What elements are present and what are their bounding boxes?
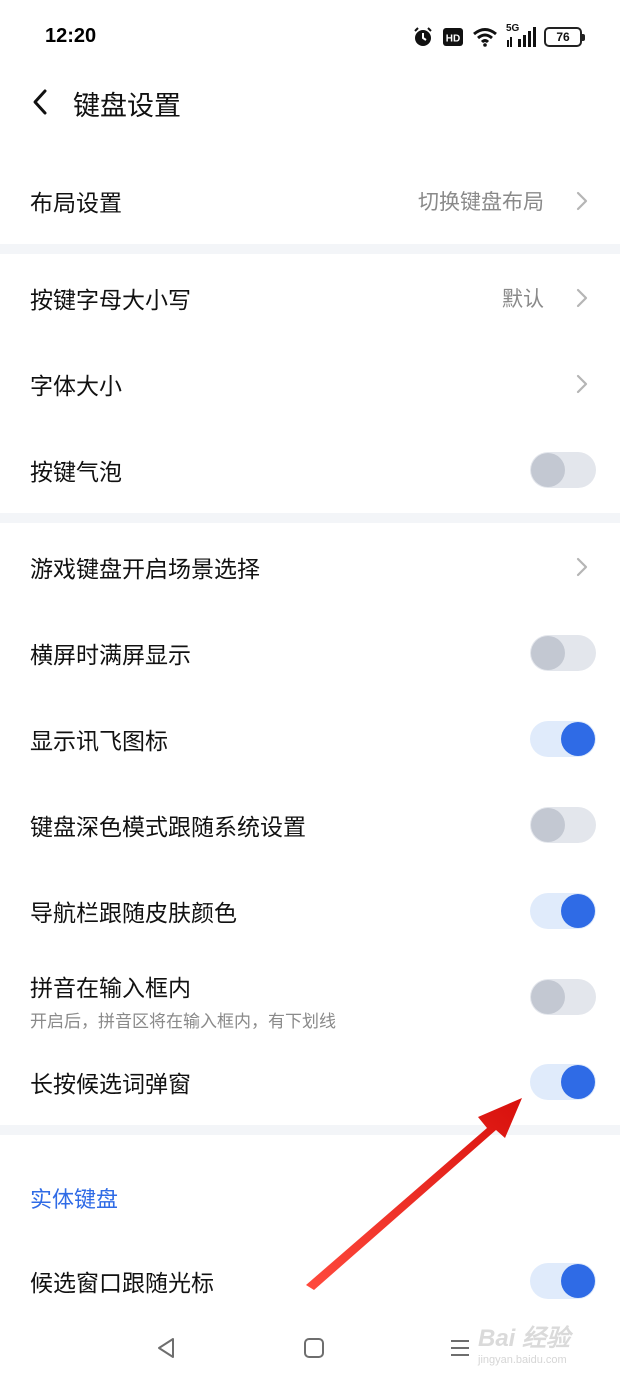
status-bar: 12:20 HD 5G 76 xyxy=(0,0,620,74)
back-button[interactable] xyxy=(22,80,58,124)
setting-row-navbar-follow-skin: 导航栏跟随皮肤颜色 xyxy=(0,868,620,954)
back-triangle-icon xyxy=(158,1338,174,1358)
dark-mode-follow-toggle[interactable] xyxy=(530,807,596,843)
chevron-right-icon xyxy=(576,374,588,394)
setting-row-layout[interactable]: 布局设置 切换键盘布局 xyxy=(0,158,620,244)
hd-icon: HD xyxy=(442,27,464,47)
chevron-right-icon xyxy=(576,557,588,577)
page-title: 键盘设置 xyxy=(73,91,181,122)
landscape-fullscreen-toggle[interactable] xyxy=(530,635,596,671)
setting-label: 显示讯飞图标 xyxy=(30,729,168,755)
setting-row-show-xunfei-icon: 显示讯飞图标 xyxy=(0,696,620,782)
toggle-knob xyxy=(531,808,565,842)
setting-value: 切换键盘布局 xyxy=(418,190,544,214)
pinyin-in-input-toggle[interactable] xyxy=(530,979,596,1015)
setting-label: 按键字母大小写 xyxy=(30,288,191,314)
key-bubble-toggle[interactable] xyxy=(530,452,596,488)
setting-label: 布局设置 xyxy=(30,191,122,217)
battery-icon: 76 xyxy=(544,27,585,47)
watermark-sub: jingyan.baidu.com xyxy=(478,1354,567,1366)
setting-row-dark-mode-follow: 键盘深色模式跟随系统设置 xyxy=(0,782,620,868)
menu-lines-icon xyxy=(451,1340,469,1356)
toggle-knob xyxy=(561,1264,595,1298)
watermark: Bai 经验 jingyan.baidu.com xyxy=(478,1318,608,1368)
toggle-knob xyxy=(531,636,565,670)
setting-row-key-bubble: 按键气泡 xyxy=(0,427,620,513)
setting-label: 游戏键盘开启场景选择 xyxy=(30,557,260,583)
toggle-knob xyxy=(561,1065,595,1099)
setting-label: 横屏时满屏显示 xyxy=(30,643,191,669)
app-header: 键盘设置 xyxy=(0,74,620,134)
nav-home-button[interactable] xyxy=(294,1330,334,1366)
hd-text: HD xyxy=(446,34,460,45)
signal-icon: 5G xyxy=(506,23,536,48)
status-time: 12:20 xyxy=(45,25,97,47)
setting-row-game-keyboard[interactable]: 游戏键盘开启场景选择 xyxy=(0,524,620,610)
show-xunfei-icon-toggle[interactable] xyxy=(530,721,596,757)
watermark-text: Bai 经验 xyxy=(478,1325,571,1352)
setting-label: 拼音在输入框内 xyxy=(30,976,191,1002)
nav-menu-button[interactable] xyxy=(440,1330,480,1366)
section-divider xyxy=(0,244,620,254)
section-divider xyxy=(0,513,620,523)
nav-back-button[interactable] xyxy=(146,1330,186,1366)
chevron-right-icon xyxy=(576,288,588,308)
toggle-knob xyxy=(531,453,565,487)
section-divider xyxy=(0,1125,620,1135)
setting-value: 默认 xyxy=(502,287,544,311)
toggle-knob xyxy=(561,722,595,756)
alarm-icon xyxy=(412,26,434,48)
back-arrow-icon xyxy=(33,89,47,115)
chevron-right-icon xyxy=(576,191,588,211)
setting-row-long-press-popup: 长按候选词弹窗 xyxy=(0,1039,620,1125)
setting-row-pinyin-in-input: 拼音在输入框内 开启后，拼音区将在输入框内，有下划线 xyxy=(0,955,620,1039)
setting-row-landscape-fullscreen: 横屏时满屏显示 xyxy=(0,610,620,696)
wifi-icon xyxy=(472,27,498,47)
setting-row-key-case[interactable]: 按键字母大小写 默认 xyxy=(0,255,620,341)
toggle-knob xyxy=(561,894,595,928)
candidate-follow-cursor-toggle[interactable] xyxy=(530,1263,596,1299)
toggle-knob xyxy=(531,980,565,1014)
setting-label: 长按候选词弹窗 xyxy=(30,1072,191,1098)
setting-label: 字体大小 xyxy=(30,374,122,400)
setting-label: 导航栏跟随皮肤颜色 xyxy=(30,901,237,927)
home-square-icon xyxy=(304,1338,324,1358)
section-title-physical-keyboard: 实体键盘 xyxy=(30,1188,119,1213)
status-icons: HD 5G 76 xyxy=(412,23,585,50)
setting-label: 候选窗口跟随光标 xyxy=(30,1271,214,1297)
setting-label: 按键气泡 xyxy=(30,460,122,486)
setting-label: 键盘深色模式跟随系统设置 xyxy=(30,815,306,841)
setting-row-font-size[interactable]: 字体大小 xyxy=(0,341,620,427)
navbar-follow-skin-toggle[interactable] xyxy=(530,893,596,929)
setting-sublabel: 开启后，拼音区将在输入框内，有下划线 xyxy=(30,1012,336,1032)
long-press-popup-toggle[interactable] xyxy=(530,1064,596,1100)
